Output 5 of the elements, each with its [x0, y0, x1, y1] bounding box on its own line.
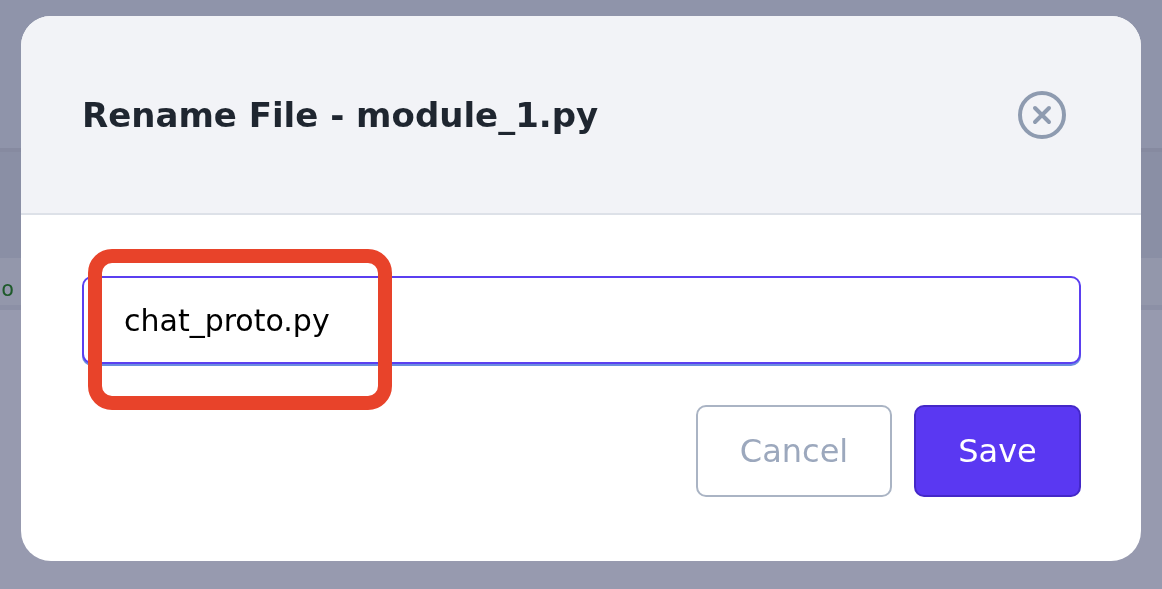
background-text: o	[1, 276, 15, 301]
filename-field[interactable]: chat_proto.py	[82, 276, 1081, 364]
close-icon[interactable]	[1017, 89, 1067, 140]
save-button[interactable]: Save	[914, 405, 1081, 497]
dialog-title: Rename File - module_1.py	[82, 94, 599, 135]
